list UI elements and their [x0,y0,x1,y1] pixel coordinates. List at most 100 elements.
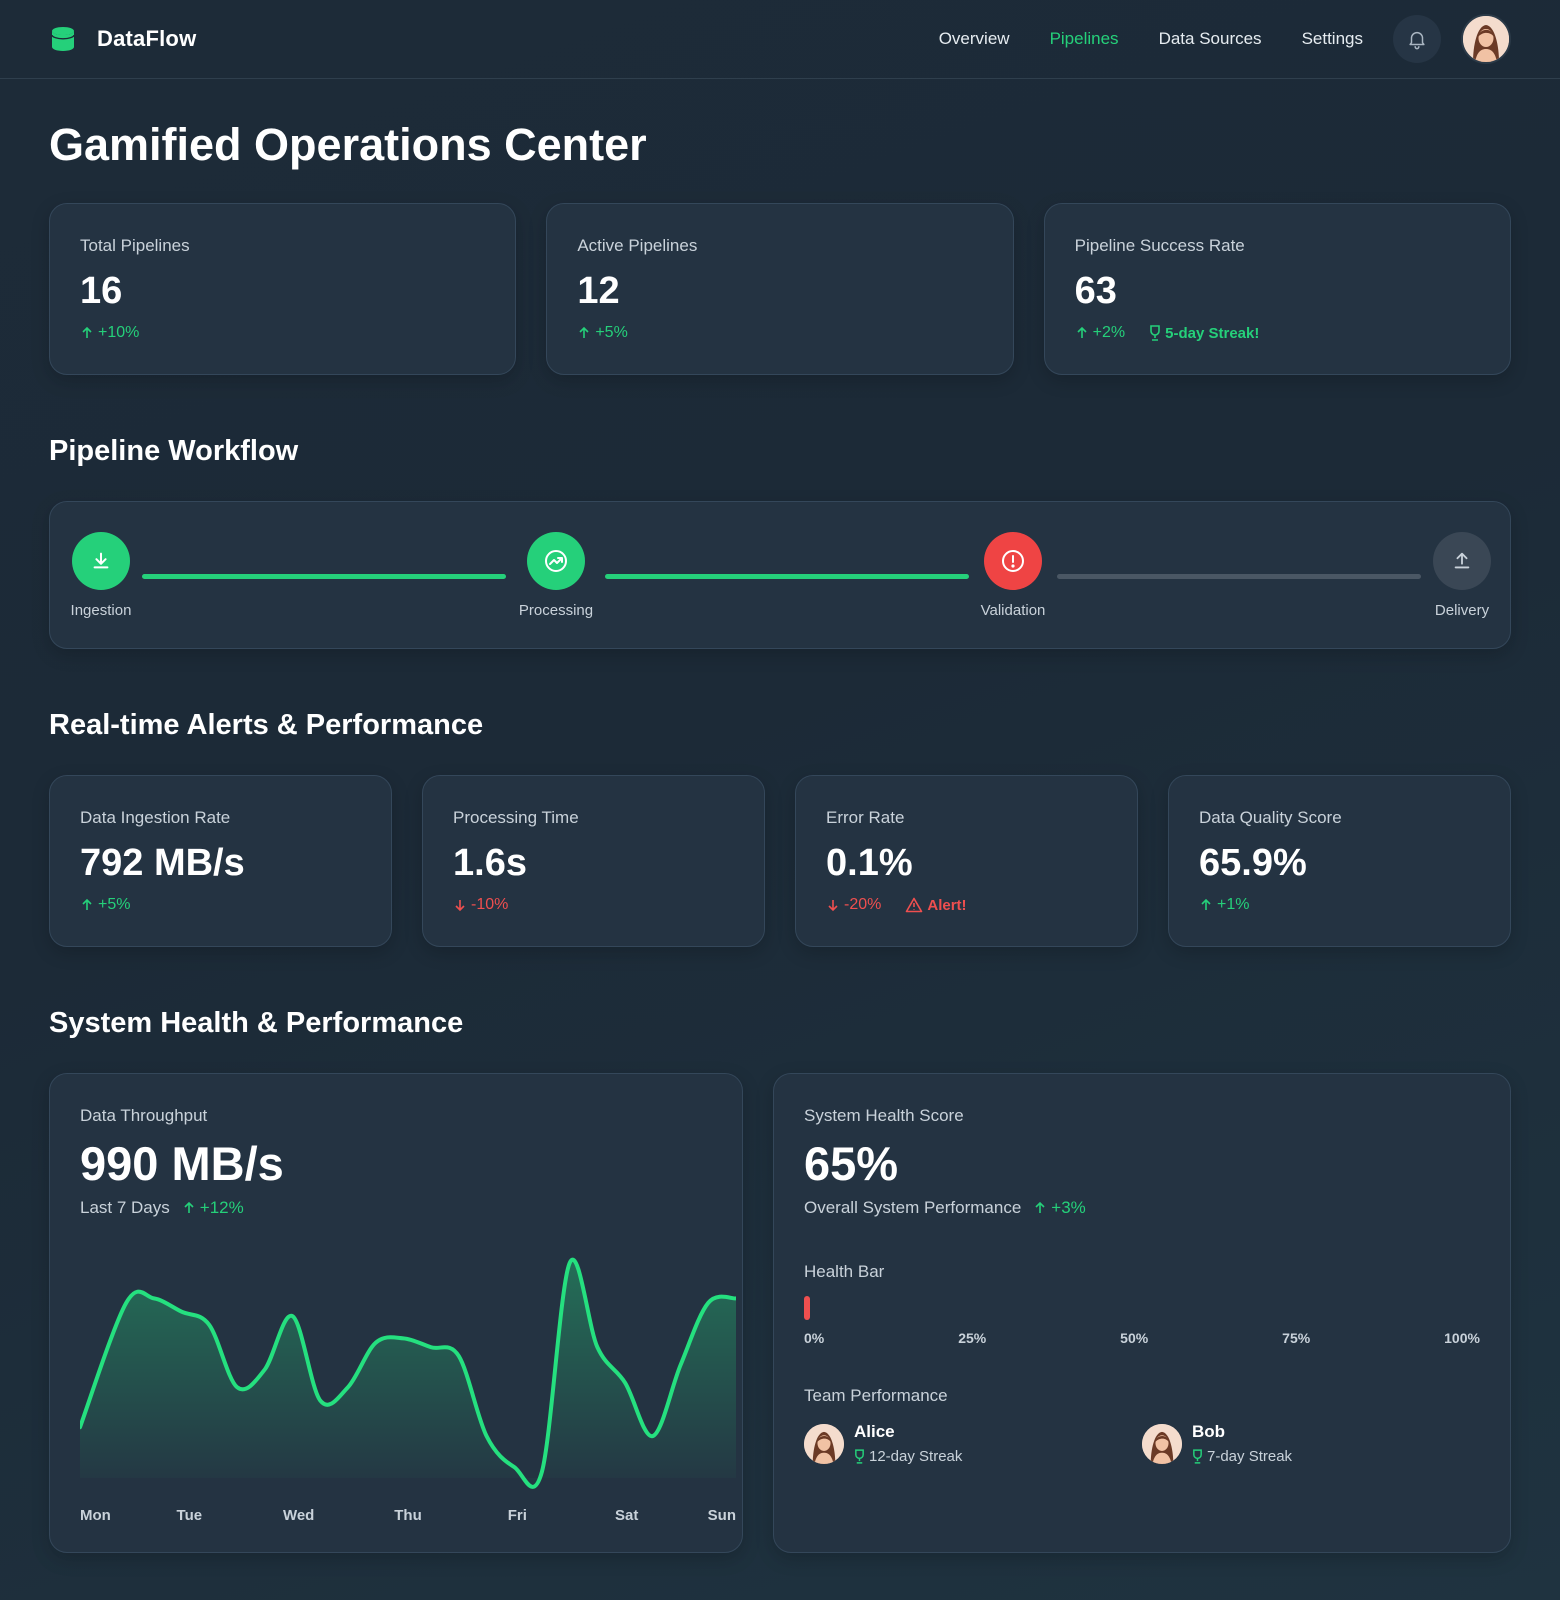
metric-change: +1% [1199,896,1480,914]
arrow-up-icon [1077,326,1087,338]
nav-overview[interactable]: Overview [939,29,1010,49]
throughput-chart: Mon Tue Wed Thu Fri Sat Sun [78,1244,738,1554]
stat-label: Pipeline Success Rate [1074,236,1245,255]
workflow-title: Pipeline Workflow [49,435,299,467]
user-avatar[interactable] [1461,14,1511,64]
step-label: Ingestion [70,602,132,619]
health-bar-fill [804,1296,810,1320]
metric-card-error-rate[interactable]: Error Rate 0.1% -20% Alert! [795,775,1138,947]
change-value: +12% [199,1198,244,1217]
health-bar [804,1296,1480,1320]
stat-value: 12 [577,270,620,312]
page-title: Gamified Operations Center [49,119,647,170]
nav-settings[interactable]: Settings [1302,29,1363,49]
summary-cards: Total Pipelines 16 +10% Active Pipelines… [49,203,1511,375]
member-streak: 12-day Streak [854,1448,962,1465]
workflow-connector-1 [142,574,506,579]
team-list: Alice 12-day Streak Bob 7-day Streak [804,1422,1480,1465]
streak-text: 7-day Streak [1207,1448,1293,1465]
team-member-alice[interactable]: Alice 12-day Streak [804,1422,1142,1465]
throughput-sub: Last 7 Days +12% [80,1198,712,1218]
trophy-icon [855,1449,864,1464]
workflow-step-ingestion[interactable]: Ingestion [53,532,149,619]
metric-value: 1.6s [453,842,527,884]
streak-text: 12-day Streak [869,1448,963,1465]
workflow-connector-2 [605,574,969,579]
metric-card-ingestion-rate[interactable]: Data Ingestion Rate 792 MB/s +5% [49,775,392,947]
metric-change: -20% Alert! [826,896,1107,914]
stat-card-active-pipelines[interactable]: Active Pipelines 12 +5% [546,203,1014,375]
member-name: Alice [854,1422,895,1441]
health-sub-text: Overall System Performance [804,1198,1022,1217]
notifications-button[interactable] [1393,15,1441,63]
streak-badge: 5-day Streak! [1149,325,1259,342]
metric-label: Processing Time [453,808,579,827]
trophy-icon [1150,325,1160,341]
x-tick-label: Fri [508,1507,527,1524]
scale-tick: 25% [958,1330,987,1346]
change-value: +2% [1092,324,1126,341]
scale-tick: 100% [1444,1330,1480,1346]
scale-tick: 0% [804,1330,825,1346]
arrow-down-icon [828,900,838,912]
metric-value: 0.1% [826,842,913,884]
stat-value: 16 [80,270,123,312]
member-name: Bob [1192,1422,1226,1441]
workflow-step-processing[interactable]: Processing [508,532,604,619]
arrow-up-icon [82,898,92,910]
alert-text: Alert! [927,896,967,914]
metric-change: +5% [80,896,361,914]
arrow-down-icon [455,900,465,912]
workflow-step-validation[interactable]: Validation [965,532,1061,619]
change-value: +5% [595,324,628,341]
top-nav-bar: DataFlow Overview Pipelines Data Sources… [0,0,1560,79]
workflow-step-delivery[interactable]: Delivery [1414,532,1510,619]
trend-icon [545,550,567,572]
health-title: System Health & Performance [49,1007,464,1039]
stat-card-success-rate[interactable]: Pipeline Success Rate 63 +2% 5-day Strea… [1043,203,1511,375]
metric-label: Error Rate [826,808,905,827]
metric-card-quality-score[interactable]: Data Quality Score 65.9% +1% [1168,775,1511,947]
nav-data-sources[interactable]: Data Sources [1159,29,1262,49]
arrow-up-icon [1201,898,1211,910]
step-label: Validation [980,602,1046,619]
stat-change: +10% [80,324,485,342]
health-row: Data Throughput 990 MB/s Last 7 Days +12… [49,1073,1511,1553]
upload-icon [1454,552,1470,569]
x-tick-label: Thu [394,1507,422,1524]
workflow-connector-3 [1057,574,1421,579]
step-label: Processing [518,602,594,619]
bell-icon [1409,31,1425,50]
team-member-bob[interactable]: Bob 7-day Streak [1142,1422,1480,1465]
metric-label: Data Quality Score [1199,808,1342,827]
throughput-area-chart: Mon Tue Wed Thu Fri Sat Sun [78,1257,738,1524]
change-value: -10% [471,896,509,913]
nav-pipelines[interactable]: Pipelines [1050,29,1119,49]
x-tick-label: Wed [283,1507,314,1524]
arrow-up-icon [579,326,589,338]
metric-card-processing-time[interactable]: Processing Time 1.6s -10% [422,775,765,947]
change-value: +1% [1217,896,1250,913]
app-name: DataFlow [97,26,197,51]
database-icon [49,26,77,52]
stat-label: Active Pipelines [577,236,698,255]
alerts-title: Real-time Alerts & Performance [49,709,484,741]
alert-badge: Alert! [905,896,967,914]
brand[interactable]: DataFlow [49,26,196,52]
member-streak: 7-day Streak [1192,1448,1292,1465]
throughput-value: 990 MB/s [80,1137,284,1190]
x-tick-label: Mon [80,1507,111,1524]
scale-tick: 75% [1282,1330,1311,1346]
throughput-period: Last 7 Days [80,1198,170,1217]
health-score-value: 65% [804,1137,899,1190]
change-value: +5% [98,896,131,913]
stat-label: Total Pipelines [80,236,190,255]
pipeline-workflow: Ingestion Processing Validation Delivery [49,501,1511,649]
system-health-panel: System Health Score 65% Overall System P… [773,1073,1511,1553]
x-tick-label: Sun [708,1507,736,1524]
x-tick-label: Sat [615,1507,638,1524]
stat-change: +5% [577,324,982,342]
stat-card-total-pipelines[interactable]: Total Pipelines 16 +10% [49,203,517,375]
metric-value: 792 MB/s [80,842,245,884]
stat-value: 63 [1074,270,1117,312]
